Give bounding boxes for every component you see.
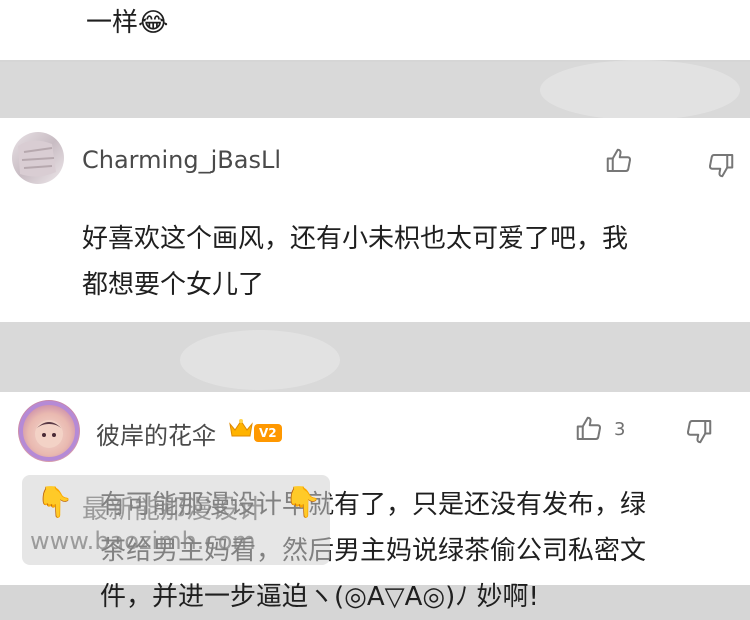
like-count: 3 — [614, 419, 626, 440]
avatar[interactable] — [12, 132, 64, 184]
comment-text-line-1: 好喜欢这个画风，还有小未枳也太可爱了吧，我 — [82, 224, 629, 254]
thumbs-up-icon[interactable] — [604, 146, 634, 176]
thumbs-down-icon[interactable] — [706, 150, 736, 180]
username[interactable]: 彼岸的花伞 — [96, 416, 216, 451]
background-decoration — [180, 330, 340, 390]
avatar[interactable] — [18, 400, 80, 462]
comment-card-2: Charming_jBasLl 好喜欢这个画风，还有小未枳也太可爱了吧，我 都想… — [0, 118, 750, 322]
pointing-down-icon: 👇 — [284, 485, 322, 520]
comment-text-line-3: 件，并进一步逼迫ヽ(◎A▽A◎)ﾉ 妙啊! — [100, 582, 539, 612]
crown-icon — [229, 419, 253, 437]
background-decoration — [540, 60, 740, 120]
pointing-down-icon: 👇 — [36, 485, 74, 520]
username[interactable]: Charming_jBasLl — [82, 146, 281, 174]
separator — [0, 322, 750, 392]
avatar-image — [19, 401, 79, 461]
thumbs-up-icon[interactable] — [574, 414, 604, 444]
avatar-image — [18, 140, 56, 177]
comment-text: 一样😂 — [86, 8, 169, 38]
comment-text-line-2: 都想要个女儿了 — [82, 270, 265, 300]
level-badge: V2 — [254, 424, 282, 442]
thumbs-down-icon[interactable] — [684, 416, 714, 446]
watermark-line-1: 最新能那漫设计 — [82, 495, 265, 525]
watermark: 👇 👇 最新能那漫设计 www.baozimh.com — [22, 475, 330, 565]
comment-card-1: 一样😂 — [0, 0, 750, 60]
watermark-line-2: www.baozimh.com — [30, 527, 256, 555]
